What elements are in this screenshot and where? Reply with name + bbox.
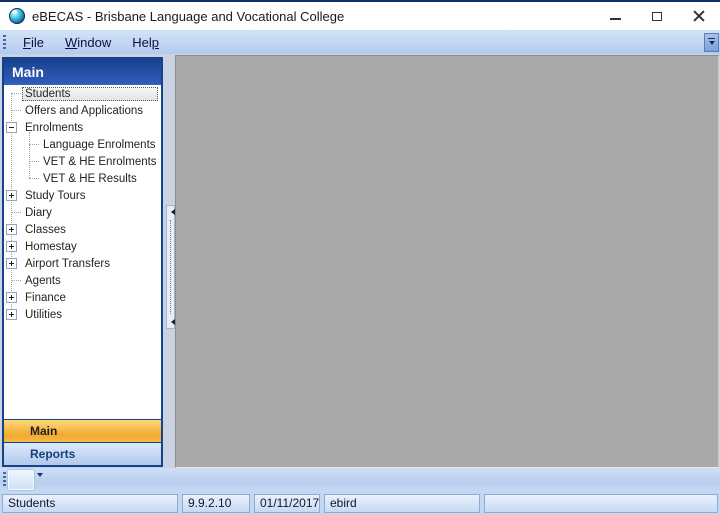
tree-item-utilities[interactable]: Utilities (4, 306, 161, 323)
navigation-sidebar: Main Students Offers and Applications En… (2, 57, 163, 467)
nav-button-reports[interactable]: Reports (4, 442, 161, 465)
tree-connector (29, 161, 39, 162)
menu-help[interactable]: Help (128, 33, 163, 52)
expand-icon[interactable] (6, 241, 17, 252)
toolbar-button-well (8, 470, 34, 490)
sidebar-splitter[interactable] (166, 205, 175, 329)
tree-connector (11, 110, 21, 111)
tree-item-agents[interactable]: Agents (4, 272, 161, 289)
menu-window[interactable]: Window (61, 33, 115, 52)
app-icon (9, 8, 25, 24)
minimize-icon (610, 18, 621, 20)
window-title: eBECAS - Brisbane Language and Vocationa… (32, 9, 344, 24)
nav-button-main[interactable]: Main (4, 419, 161, 442)
tree-item-diary[interactable]: Diary (4, 204, 161, 221)
tree-connector (11, 93, 21, 94)
status-bar: Students 9.9.2.10 01/11/2017 ebird (0, 492, 720, 514)
status-date: 01/11/2017 (254, 494, 320, 513)
menu-file[interactable]: File (19, 33, 48, 52)
tree-item-offers-and-applications[interactable]: Offers and Applications (4, 102, 161, 119)
tree-connector (11, 212, 21, 213)
splitter-grip (170, 220, 171, 314)
maximize-button[interactable] (636, 2, 678, 30)
tree-item-classes[interactable]: Classes (4, 221, 161, 238)
tree-item-vet-he-results[interactable]: VET & HE Results (4, 170, 161, 187)
maximize-icon (652, 12, 662, 21)
collapse-icon[interactable] (6, 122, 17, 133)
expand-icon[interactable] (6, 258, 17, 269)
status-username: ebird (324, 494, 480, 513)
tree-item-airport-transfers[interactable]: Airport Transfers (4, 255, 161, 272)
tree-item-language-enrolments[interactable]: Language Enrolments (4, 136, 161, 153)
close-button[interactable] (678, 2, 720, 30)
tree-connector (11, 280, 21, 281)
app-window: eBECAS - Brisbane Language and Vocationa… (0, 0, 720, 514)
status-version: 9.9.2.10 (182, 494, 250, 513)
tree-connector (29, 144, 39, 145)
navigation-tree: Students Offers and Applications Enrolme… (4, 85, 161, 418)
status-selected-module: Students (2, 494, 178, 513)
tree-item-enrolments[interactable]: Enrolments (4, 119, 161, 136)
tree-item-study-tours[interactable]: Study Tours (4, 187, 161, 204)
work-area: Main Students Offers and Applications En… (0, 54, 720, 468)
tree-item-students[interactable]: Students (4, 85, 161, 102)
tree-item-finance[interactable]: Finance (4, 289, 161, 306)
menubar-overflow-button[interactable] (704, 33, 719, 52)
expand-icon[interactable] (6, 309, 17, 320)
tree-item-homestay[interactable]: Homestay (4, 238, 161, 255)
splitter-collapse-icon (168, 209, 175, 215)
overflow-chevron-icon (708, 38, 715, 48)
splitter-collapse-icon (168, 319, 175, 325)
title-bar: eBECAS - Brisbane Language and Vocationa… (0, 2, 720, 30)
menubar-grip[interactable] (3, 35, 6, 49)
toolbar-grip[interactable] (3, 472, 6, 488)
tree-connector (29, 178, 39, 179)
expand-icon[interactable] (6, 224, 17, 235)
status-empty (484, 494, 718, 513)
minimize-button[interactable] (594, 2, 636, 30)
tree-item-vet-he-enrolments[interactable]: VET & HE Enrolments (4, 153, 161, 170)
window-controls (594, 2, 720, 30)
bottom-toolbar (0, 468, 720, 492)
close-icon (693, 10, 705, 22)
menu-bar: File Window Help (0, 30, 720, 54)
mdi-client-area (175, 55, 719, 468)
expand-icon[interactable] (6, 292, 17, 303)
sidebar-header: Main (4, 59, 161, 85)
expand-icon[interactable] (6, 190, 17, 201)
